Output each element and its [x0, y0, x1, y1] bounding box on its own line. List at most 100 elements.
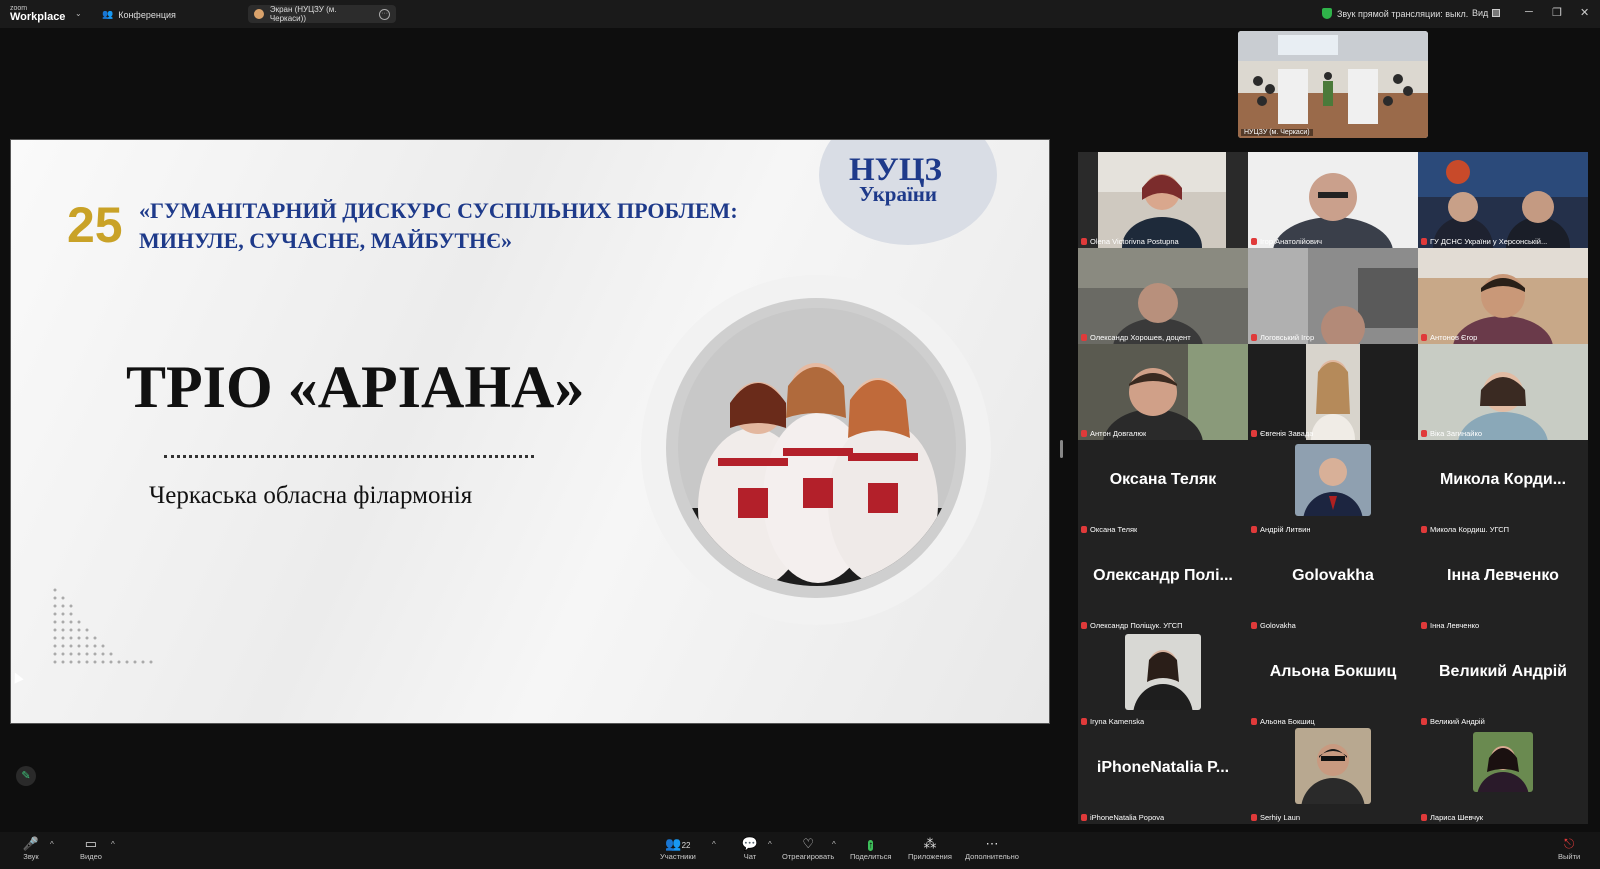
participant-tile[interactable]: Golovakha Golovakha [1248, 536, 1418, 632]
react-label: Отреагировать [782, 852, 835, 861]
participant-name: Лариса Шевчук [1421, 813, 1483, 822]
participant-tile[interactable]: Інна Левченко Інна Левченко [1418, 536, 1588, 632]
participants-button[interactable]: 👥22 Участники [660, 836, 696, 861]
sharer-avatar-icon [254, 9, 264, 19]
participant-tile[interactable]: Антонов Єгор [1418, 248, 1588, 344]
participant-name: Ігор Анатолійович [1251, 237, 1322, 246]
participant-label: Serhiy Laun [1260, 813, 1301, 822]
participant-tile[interactable]: Олександр Полі... Олександр Поліщук. УГС… [1078, 536, 1248, 632]
participant-tile[interactable]: Iryna Kamenska [1078, 632, 1248, 728]
screen-share-pill[interactable]: Экран (НУЦЗУ (м. Черкаси)) ··· [248, 5, 396, 23]
participant-label: Логовський Ігор [1260, 333, 1315, 342]
participant-tile[interactable]: Микола Корди... Микола Кордиш. УГСП [1418, 440, 1588, 536]
view-button[interactable]: Вид [1472, 8, 1501, 18]
leave-button[interactable]: ⎋ Выйти [1558, 836, 1580, 861]
participant-tile[interactable]: iPhoneNatalia P... iPhoneNatalia Popova [1078, 728, 1248, 824]
conference-menu[interactable]: 👥 Конференция [102, 9, 176, 20]
audio-button[interactable]: 🎤 Звук [22, 836, 40, 861]
featured-video-tile[interactable]: НУЦЗУ (м. Черкаси) [1238, 31, 1428, 138]
shared-screen[interactable]: НУЦЗ України 25 «ГУМАНІТАРНИЙ ДИСКУРС СУ… [10, 139, 1050, 724]
participant-name: ГУ ДСНС України у Херсонській... [1421, 237, 1547, 246]
share-button[interactable]: ↑ Поделиться [850, 836, 891, 861]
participant-label: Olena Victorivna Postupna [1090, 237, 1179, 246]
video-options-caret-icon[interactable]: ^ [111, 840, 115, 849]
zoom-meeting-window: zoom Workplace ⌄ 👥 Конференция Экран (НУ… [0, 0, 1600, 869]
meeting-controls-bar: 🎤 Звук ^ ▭ Видео ^ 👥22 Участники ^ 💬 Чат… [0, 832, 1600, 869]
apps-label: Приложения [908, 852, 952, 861]
zoom-workplace-logo[interactable]: zoom Workplace [10, 4, 66, 23]
ellipsis-icon: ⋯ [985, 836, 999, 851]
participant-tile[interactable]: Оксана Теляк Оксана Теляк [1078, 440, 1248, 536]
chat-button[interactable]: 💬 Чат [741, 836, 759, 861]
heart-icon: ♡ [802, 836, 814, 851]
participant-tile[interactable]: Євгенія Завада [1248, 344, 1418, 440]
participant-tile[interactable]: Андрій Литвин [1248, 440, 1418, 536]
chat-options-caret-icon[interactable]: ^ [768, 840, 772, 849]
participant-video [1418, 248, 1588, 344]
participant-name: Альона Бокшиц [1251, 717, 1315, 726]
participant-tile[interactable]: Лариса Шевчук [1418, 728, 1588, 824]
participant-tile[interactable]: Альона Бокшиц Альона Бокшиц [1248, 632, 1418, 728]
muted-mic-icon [1081, 238, 1087, 245]
participant-name: Антон Довгалюк [1081, 429, 1146, 438]
muted-mic-icon [1251, 334, 1257, 341]
muted-mic-icon [1081, 334, 1087, 341]
participants-count: 22 [681, 841, 691, 850]
more-button[interactable]: ⋯ Дополнительно [965, 836, 1019, 861]
close-icon[interactable]: ✕ [1580, 6, 1589, 19]
view-grid-icon [1492, 9, 1501, 17]
conference-label: Конференция [118, 9, 176, 20]
participant-name: iPhoneNatalia Popova [1081, 813, 1164, 822]
apps-button[interactable]: ⁂ Приложения [908, 836, 952, 861]
participant-video [1078, 152, 1248, 248]
react-options-caret-icon[interactable]: ^ [832, 840, 836, 849]
panel-resize-handle[interactable] [1060, 440, 1063, 458]
participant-tile[interactable]: Логовський Ігор [1248, 248, 1418, 344]
brand-main: Workplace [10, 11, 66, 23]
participant-video [1248, 152, 1418, 248]
minimize-icon[interactable]: ─ [1525, 6, 1533, 18]
react-button[interactable]: ♡ Отреагировать [782, 836, 834, 861]
leave-icon: ⎋ [1563, 836, 1575, 851]
participant-name: Олександр Хорошев, доцент [1081, 333, 1191, 342]
participant-tile[interactable]: Serhiy Laun [1248, 728, 1418, 824]
participant-video [1418, 152, 1588, 248]
participant-display-name: Інна Левченко [1447, 567, 1559, 584]
participant-name: Микола Кордиш. УГСП [1421, 525, 1509, 534]
audio-status-label: Звук прямой трансляции: выкл. [1337, 8, 1469, 19]
more-options-icon[interactable]: ··· [379, 8, 390, 20]
annotate-pencil-icon[interactable]: ✎ [16, 766, 36, 786]
live-audio-status[interactable]: Звук прямой трансляции: выкл. [1322, 8, 1468, 19]
restore-icon[interactable]: ❐ [1552, 6, 1562, 19]
participant-tile[interactable]: ГУ ДСНС України у Херсонській... [1418, 152, 1588, 248]
video-button[interactable]: ▭ Видео [80, 836, 102, 861]
video-camera-icon: ▭ [84, 836, 98, 851]
participant-tile[interactable]: Олександр Хорошев, доцент [1078, 248, 1248, 344]
muted-mic-icon [1421, 622, 1427, 629]
chevron-down-icon[interactable]: ⌄ [75, 9, 82, 18]
screen-share-label: Экран (НУЦЗУ (м. Черкаси)) [269, 5, 337, 23]
conference-title-line1: «ГУМАНІТАРНИЙ ДИСКУРС СУСПІЛЬНИХ ПРОБЛЕМ… [139, 198, 738, 223]
decorative-dots [53, 588, 153, 664]
participant-tile[interactable]: Антон Довгалюк [1078, 344, 1248, 440]
participant-label: Олександр Хорошев, доцент [1090, 333, 1191, 342]
participant-name: Оксана Теляк [1081, 525, 1137, 534]
muted-mic-icon [1251, 430, 1257, 437]
video-label: Видео [80, 852, 102, 861]
muted-mic-icon [1251, 238, 1257, 245]
participant-avatar [1295, 728, 1371, 804]
participant-tile[interactable]: Ігор Анатолійович [1248, 152, 1418, 248]
audio-options-caret-icon[interactable]: ^ [50, 840, 54, 849]
participant-label: Ігор Анатолійович [1260, 237, 1323, 246]
participant-name: Віка Загинайко [1421, 429, 1482, 438]
participants-options-caret-icon[interactable]: ^ [712, 840, 716, 849]
participant-tile[interactable]: Olena Victorivna Postupna [1078, 152, 1248, 248]
participant-label: Віка Загинайко [1430, 429, 1483, 438]
audio-label: Звук [23, 852, 39, 861]
muted-mic-icon [1081, 814, 1087, 821]
trio-photo [678, 308, 956, 586]
participant-tile[interactable]: Віка Загинайко [1418, 344, 1588, 440]
participant-tile[interactable]: Великий Андрій Великий Андрій [1418, 632, 1588, 728]
participant-label: Олександр Поліщук. УГСП [1090, 621, 1183, 630]
muted-mic-icon [1081, 718, 1087, 725]
